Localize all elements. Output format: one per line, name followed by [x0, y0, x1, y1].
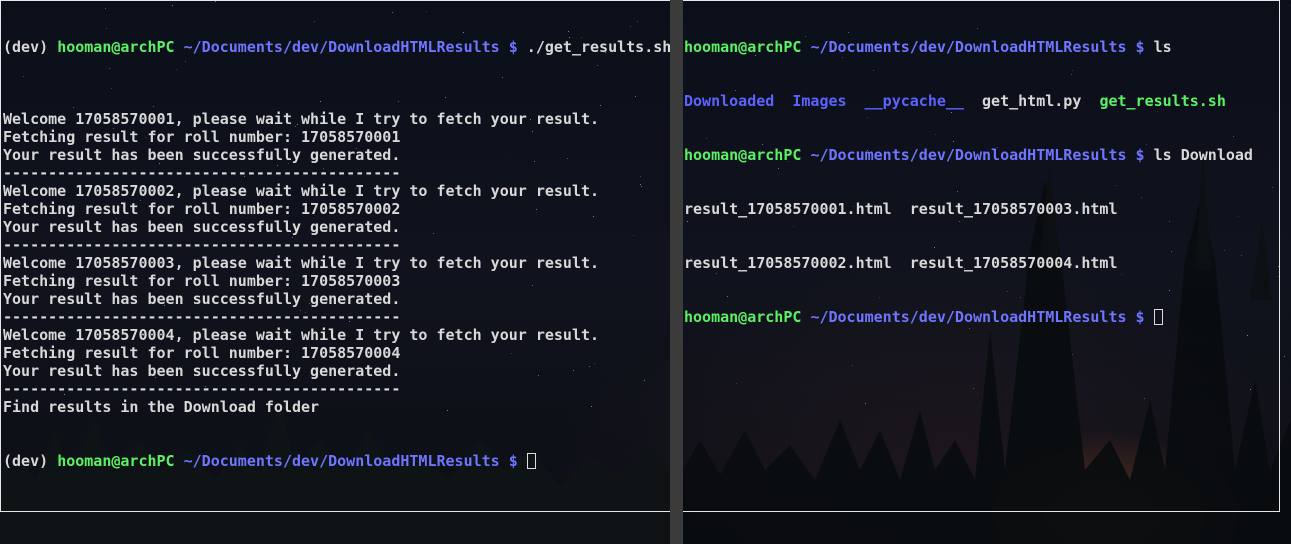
prompt-line: hooman@archPC ~/Documents/dev/DownloadHT… — [684, 38, 1279, 56]
text-cursor[interactable] — [526, 453, 536, 469]
prompt-line: (dev) hooman@archPC ~/Documents/dev/Down… — [3, 38, 670, 56]
prompt-symbol: $ — [1135, 38, 1145, 56]
prompt-line: hooman@archPC ~/Documents/dev/DownloadHT… — [684, 146, 1279, 164]
prompt-path: ~/Documents/dev/DownloadHTMLResults — [183, 452, 500, 470]
directory-entry: __pycache__ — [864, 92, 964, 110]
prompt-symbol: $ — [508, 38, 518, 56]
prompt-path: ~/Documents/dev/DownloadHTMLResults — [810, 146, 1127, 164]
output-line: ----------------------------------------… — [3, 380, 401, 398]
output-line: Welcome 17058570004, please wait while I… — [3, 326, 600, 344]
env-label: (dev) — [3, 452, 58, 470]
directory-entry: Downloaded — [684, 92, 775, 110]
text-cursor[interactable] — [1153, 309, 1163, 325]
output-line: Your result has been successfully genera… — [3, 146, 401, 164]
file-entry: get_html.py — [982, 92, 1082, 110]
prompt-line-active[interactable]: (dev) hooman@archPC ~/Documents/dev/Down… — [3, 452, 670, 470]
env-label: (dev) — [3, 38, 58, 56]
user-host: hooman@archPC — [684, 308, 802, 326]
output-line: Your result has been successfully genera… — [3, 362, 401, 380]
user-host: hooman@archPC — [57, 452, 175, 470]
command-output: Welcome 17058570001, please wait while I… — [3, 92, 670, 416]
output-line: Find results in the Download folder — [3, 398, 320, 416]
command-text: ls Download — [1144, 146, 1253, 164]
output-line: Fetching result for roll number: 1705857… — [3, 344, 401, 362]
prompt-path: ~/Documents/dev/DownloadHTMLResults — [810, 308, 1127, 326]
command-text: ls — [1144, 38, 1172, 56]
output-line: Fetching result for roll number: 1705857… — [3, 272, 401, 290]
user-host: hooman@archPC — [57, 38, 175, 56]
directory-entry: Images — [792, 92, 847, 110]
output-line: ----------------------------------------… — [3, 236, 401, 254]
prompt-symbol: $ — [1135, 146, 1145, 164]
output-line: ----------------------------------------… — [3, 164, 401, 182]
command-text: ./get_results.sh — [517, 38, 670, 56]
user-host: hooman@archPC — [684, 146, 802, 164]
prompt-path: ~/Documents/dev/DownloadHTMLResults — [183, 38, 500, 56]
executable-entry: get_results.sh — [1099, 92, 1226, 110]
prompt-path: ~/Documents/dev/DownloadHTMLResults — [810, 38, 1127, 56]
download-listing-row: result_17058570002.html result_170585700… — [684, 254, 1118, 272]
terminal-pane-right[interactable]: hooman@archPC ~/Documents/dev/DownloadHT… — [683, 0, 1280, 512]
output-line: Fetching result for roll number: 1705857… — [3, 128, 401, 146]
output-line: ----------------------------------------… — [3, 308, 401, 326]
output-line: Fetching result for roll number: 1705857… — [3, 200, 401, 218]
prompt-symbol: $ — [508, 452, 518, 470]
prompt-line-active[interactable]: hooman@archPC ~/Documents/dev/DownloadHT… — [684, 308, 1279, 326]
ls-output: Downloaded Images __pycache__ get_html.p… — [684, 92, 1279, 110]
output-line: Your result has been successfully genera… — [3, 290, 401, 308]
user-host: hooman@archPC — [684, 38, 802, 56]
output-line: Welcome 17058570003, please wait while I… — [3, 254, 600, 272]
download-listing-row: result_17058570001.html result_170585700… — [684, 200, 1118, 218]
output-line: Welcome 17058570002, please wait while I… — [3, 182, 600, 200]
output-line: Your result has been successfully genera… — [3, 218, 401, 236]
output-line: Welcome 17058570001, please wait while I… — [3, 110, 600, 128]
prompt-symbol: $ — [1135, 308, 1145, 326]
pane-divider[interactable] — [670, 0, 683, 544]
desktop-background: (dev) hooman@archPC ~/Documents/dev/Down… — [0, 0, 1291, 544]
terminal-pane-left[interactable]: (dev) hooman@archPC ~/Documents/dev/Down… — [0, 0, 670, 512]
